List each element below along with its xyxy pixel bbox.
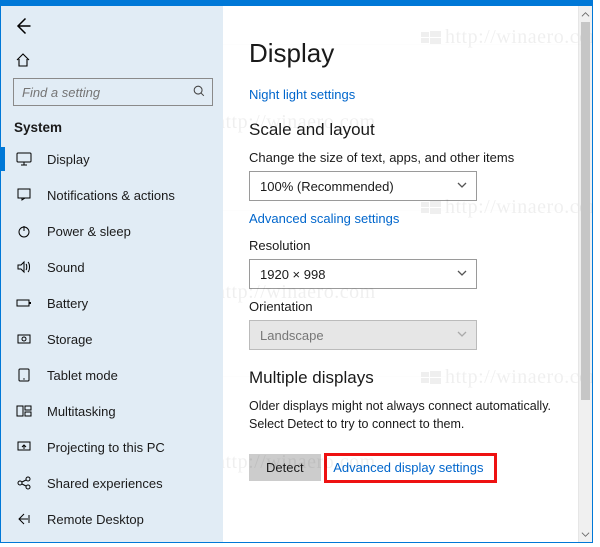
storage-icon (15, 330, 33, 348)
sidebar-item-display[interactable]: Display (1, 141, 223, 177)
resolution-value: 1920 × 998 (260, 267, 325, 282)
shared-icon (15, 474, 33, 492)
scroll-up-icon[interactable] (579, 6, 592, 22)
sidebar-item-multitasking[interactable]: Multitasking (1, 393, 223, 429)
scale-heading: Scale and layout (249, 120, 554, 140)
sidebar-item-label: Tablet mode (47, 368, 118, 383)
sidebar-item-label: Shared experiences (47, 476, 163, 491)
tablet-icon (15, 366, 33, 384)
sidebar-item-label: Notifications & actions (47, 188, 175, 203)
detect-button[interactable]: Detect (249, 454, 321, 481)
notifications-icon (15, 186, 33, 204)
orientation-value: Landscape (260, 328, 324, 343)
search-input[interactable] (22, 85, 182, 100)
vertical-scrollbar[interactable] (578, 6, 592, 542)
resolution-label: Resolution (249, 238, 554, 253)
multiple-displays-heading: Multiple displays (249, 368, 554, 388)
sidebar-item-label: Display (47, 152, 90, 167)
advanced-display-link[interactable]: Advanced display settings (333, 460, 483, 475)
night-light-link[interactable]: Night light settings (249, 87, 554, 102)
sidebar-item-label: Remote Desktop (47, 512, 144, 527)
sound-icon (15, 258, 33, 276)
orientation-label: Orientation (249, 299, 554, 314)
sidebar: System Display Notifications & actions P… (1, 6, 223, 542)
scrollbar-thumb[interactable] (581, 22, 590, 400)
sidebar-item-label: Battery (47, 296, 88, 311)
sidebar-item-label: Storage (47, 332, 93, 347)
battery-icon (15, 294, 33, 312)
scale-dropdown[interactable]: 100% (Recommended) (249, 171, 477, 201)
multitasking-icon (15, 402, 33, 420)
sidebar-item-storage[interactable]: Storage (1, 321, 223, 357)
sidebar-item-label: Projecting to this PC (47, 440, 165, 455)
search-icon (192, 84, 206, 101)
scroll-down-icon[interactable] (579, 526, 592, 542)
sidebar-item-label: Power & sleep (47, 224, 131, 239)
highlight-box: Advanced display settings (324, 453, 496, 483)
projecting-icon (15, 438, 33, 456)
sidebar-item-shared[interactable]: Shared experiences (1, 465, 223, 501)
search-box[interactable] (13, 78, 213, 106)
sidebar-item-tablet[interactable]: Tablet mode (1, 357, 223, 393)
display-icon (15, 150, 33, 168)
sidebar-item-about[interactable]: About (1, 537, 223, 543)
orientation-dropdown: Landscape (249, 320, 477, 350)
sidebar-item-label: Sound (47, 260, 85, 275)
content-area: Display Night light settings Scale and l… (223, 6, 578, 542)
resolution-dropdown[interactable]: 1920 × 998 (249, 259, 477, 289)
chevron-down-icon (456, 267, 468, 282)
sidebar-item-remote[interactable]: Remote Desktop (1, 501, 223, 537)
sidebar-item-label: Multitasking (47, 404, 116, 419)
back-button[interactable] (13, 16, 33, 36)
sidebar-item-sound[interactable]: Sound (1, 249, 223, 285)
sidebar-item-projecting[interactable]: Projecting to this PC (1, 429, 223, 465)
advanced-scaling-link[interactable]: Advanced scaling settings (249, 211, 554, 226)
scrollbar-track[interactable] (579, 22, 592, 526)
chevron-down-icon (456, 328, 468, 343)
sidebar-heading: System (1, 116, 223, 141)
sidebar-item-power[interactable]: Power & sleep (1, 213, 223, 249)
remote-icon (15, 510, 33, 528)
power-icon (15, 222, 33, 240)
page-title: Display (249, 38, 554, 69)
home-button[interactable] (1, 46, 223, 74)
multiple-displays-note: Older displays might not always connect … (249, 398, 554, 433)
scale-label: Change the size of text, apps, and other… (249, 150, 554, 165)
sidebar-item-notifications[interactable]: Notifications & actions (1, 177, 223, 213)
sidebar-item-battery[interactable]: Battery (1, 285, 223, 321)
scale-value: 100% (Recommended) (260, 179, 394, 194)
chevron-down-icon (456, 179, 468, 194)
